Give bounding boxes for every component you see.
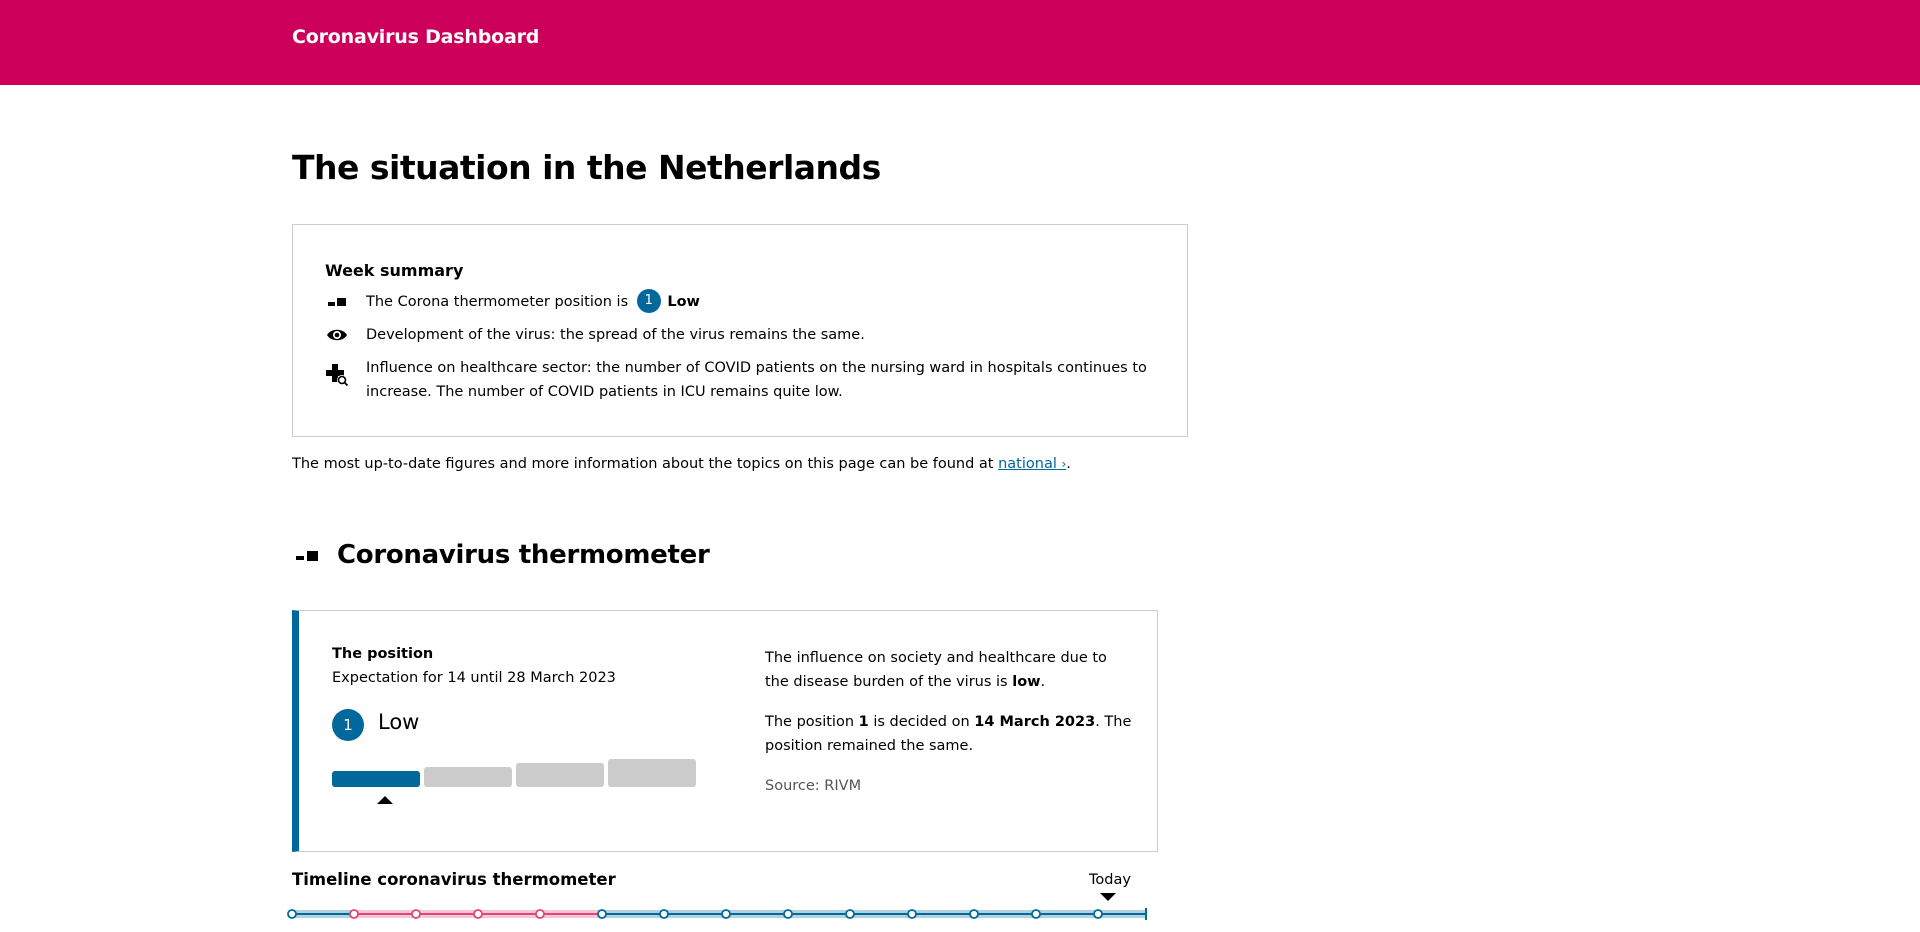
thermometer-icon [328, 298, 346, 306]
decided-number: 1 [858, 714, 869, 730]
timeline-point[interactable] [721, 909, 731, 919]
site-header: Coronavirus Dashboard [0, 0, 1920, 85]
scale-bar-level-2 [424, 767, 512, 787]
thermometer-card: The position Expectation for 14 until 28… [292, 610, 1158, 852]
timeline-point[interactable] [659, 909, 669, 919]
position-level-label: Low [378, 710, 420, 734]
source-text: Source: RIVM [765, 778, 862, 794]
summary-thermometer-text: The Corona thermometer position is [366, 294, 629, 310]
position-level-badge: 1 [332, 709, 364, 741]
site-title[interactable]: Coronavirus Dashboard [292, 26, 539, 48]
timeline-point[interactable] [783, 909, 793, 919]
position-description: The influence on society and healthcare … [765, 646, 1135, 814]
page-title: The situation in the Netherlands [292, 148, 881, 187]
more-info-note: The most up-to-date figures and more inf… [292, 456, 1071, 472]
level-badge: 1 [636, 288, 661, 313]
scale-bar-level-3 [516, 763, 604, 787]
influence-level: low [1012, 674, 1041, 690]
summary-virus-text: Development of the virus: the spread of … [366, 327, 865, 343]
timeline-point[interactable] [907, 909, 917, 919]
timeline-point[interactable] [287, 909, 297, 919]
week-summary-title: Week summary [325, 261, 464, 280]
position-expectation: Expectation for 14 until 28 March 2023 [332, 670, 616, 686]
timeline-track[interactable] [286, 904, 1166, 924]
eye-icon [327, 329, 347, 341]
summary-healthcare-text: Influence on healthcare sector: the numb… [366, 360, 1147, 400]
hospital-cross-icon [326, 364, 349, 386]
timeline-point[interactable] [535, 909, 545, 919]
more-info-text: The most up-to-date figures and more inf… [292, 456, 994, 472]
decided-text: The position 1 is decided on 14 March 20… [765, 710, 1135, 758]
week-summary-box: Week summary The Corona thermometer posi… [292, 224, 1188, 437]
today-marker-icon [1100, 893, 1116, 901]
position-label: The position [332, 646, 434, 662]
timeline-title: Timeline coronavirus thermometer [292, 870, 616, 889]
scale-pointer-icon [377, 796, 393, 804]
influence-text: The influence on society and healthcare … [765, 650, 1107, 690]
influence-prefix: The influence on society and healthcare … [765, 650, 1107, 690]
timeline-point[interactable] [1031, 909, 1041, 919]
scale-bar-level-4 [608, 759, 696, 787]
level-label: Low [667, 294, 700, 310]
national-link[interactable]: national › [998, 456, 1066, 472]
today-label: Today [1089, 872, 1131, 888]
timeline-point[interactable] [1093, 909, 1103, 919]
thermometer-section-title: Coronavirus thermometer [337, 540, 710, 570]
decided-middle: is decided on [873, 714, 970, 730]
timeline-point[interactable] [845, 909, 855, 919]
decided-date: 14 March 2023 [974, 714, 1096, 730]
decided-prefix: The position [765, 714, 855, 730]
more-info-suffix: . [1066, 456, 1071, 472]
thermometer-icon [296, 551, 318, 561]
scale-bar-level-1 [332, 771, 420, 787]
timeline-point[interactable] [969, 909, 979, 919]
timeline-point[interactable] [349, 909, 359, 919]
timeline-point[interactable] [597, 909, 607, 919]
timeline-point[interactable] [411, 909, 421, 919]
national-link-label[interactable]: national [998, 456, 1057, 472]
timeline-point[interactable] [473, 909, 483, 919]
